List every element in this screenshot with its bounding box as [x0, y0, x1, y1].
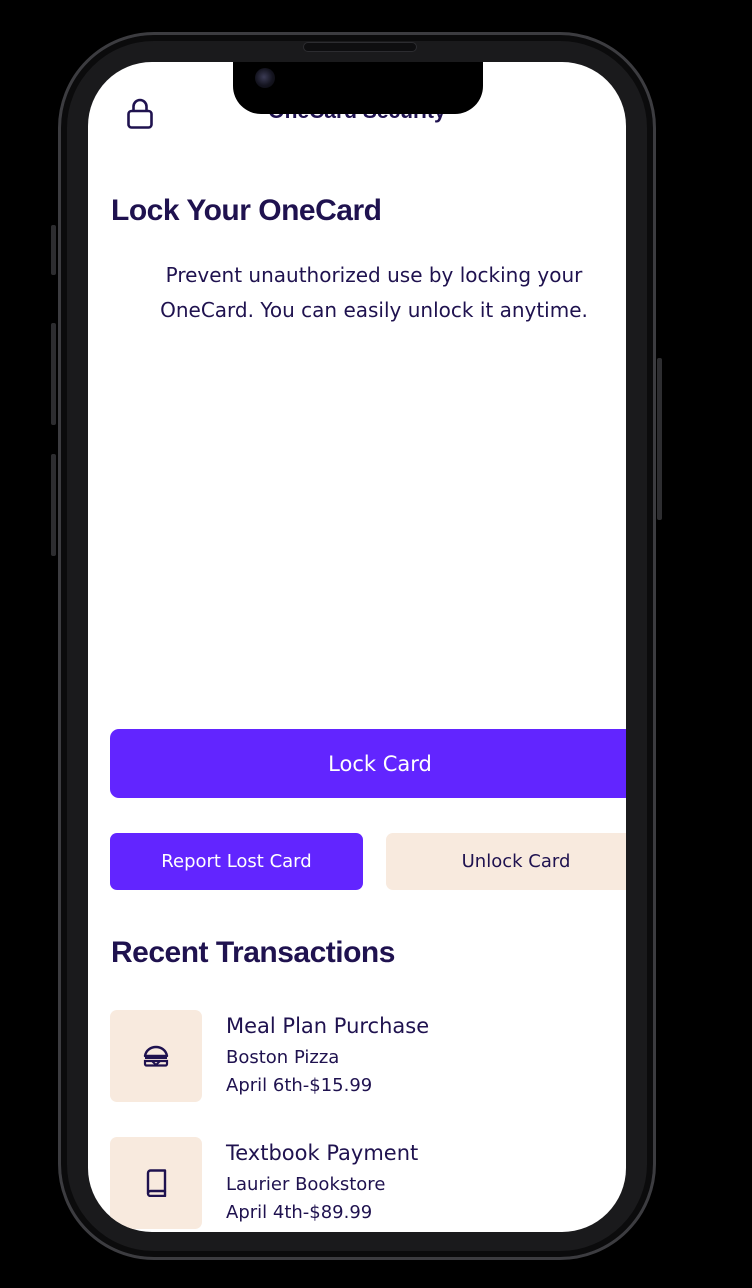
page-description: Prevent unauthorized use by locking your… — [160, 263, 588, 322]
recent-transactions-title: Recent Transactions — [111, 936, 395, 969]
food-icon — [143, 1045, 169, 1067]
mute-switch — [51, 225, 56, 275]
transaction-meta: April 6th-$15.99 — [226, 1075, 372, 1096]
transaction-merchant: Laurier Bookstore — [226, 1174, 386, 1195]
report-lost-card-button[interactable]: Report Lost Card — [110, 833, 363, 890]
speaker-grille — [303, 42, 417, 52]
transaction-date: April 6th — [226, 1075, 303, 1096]
transaction-amount: $89.99 — [309, 1202, 373, 1223]
transaction-meta: April 4th-$89.99 — [226, 1202, 372, 1223]
front-camera — [255, 68, 275, 88]
app-screen: OneCard Security Lock Your OneCard Preve… — [88, 62, 626, 1232]
transaction-date: April 4th — [226, 1202, 303, 1223]
page-title: Lock Your OneCard — [111, 194, 382, 227]
power-button — [657, 358, 662, 520]
transaction-amount: $15.99 — [309, 1075, 373, 1096]
transaction-icon-box — [110, 1010, 202, 1102]
transaction-title: Meal Plan Purchase — [226, 1014, 430, 1038]
volume-up-button — [51, 323, 56, 425]
transaction-icon-box — [110, 1137, 202, 1229]
transaction-item[interactable]: Meal Plan Purchase Boston Pizza April 6t… — [110, 1010, 610, 1104]
book-icon — [146, 1169, 167, 1197]
unlock-card-button[interactable]: Unlock Card — [386, 833, 626, 890]
lock-card-button[interactable]: Lock Card — [110, 729, 626, 798]
transaction-title: Textbook Payment — [226, 1141, 419, 1165]
transaction-item[interactable]: Textbook Payment Laurier Bookstore April… — [110, 1137, 610, 1231]
transaction-merchant: Boston Pizza — [226, 1047, 340, 1068]
volume-down-button — [51, 454, 56, 556]
